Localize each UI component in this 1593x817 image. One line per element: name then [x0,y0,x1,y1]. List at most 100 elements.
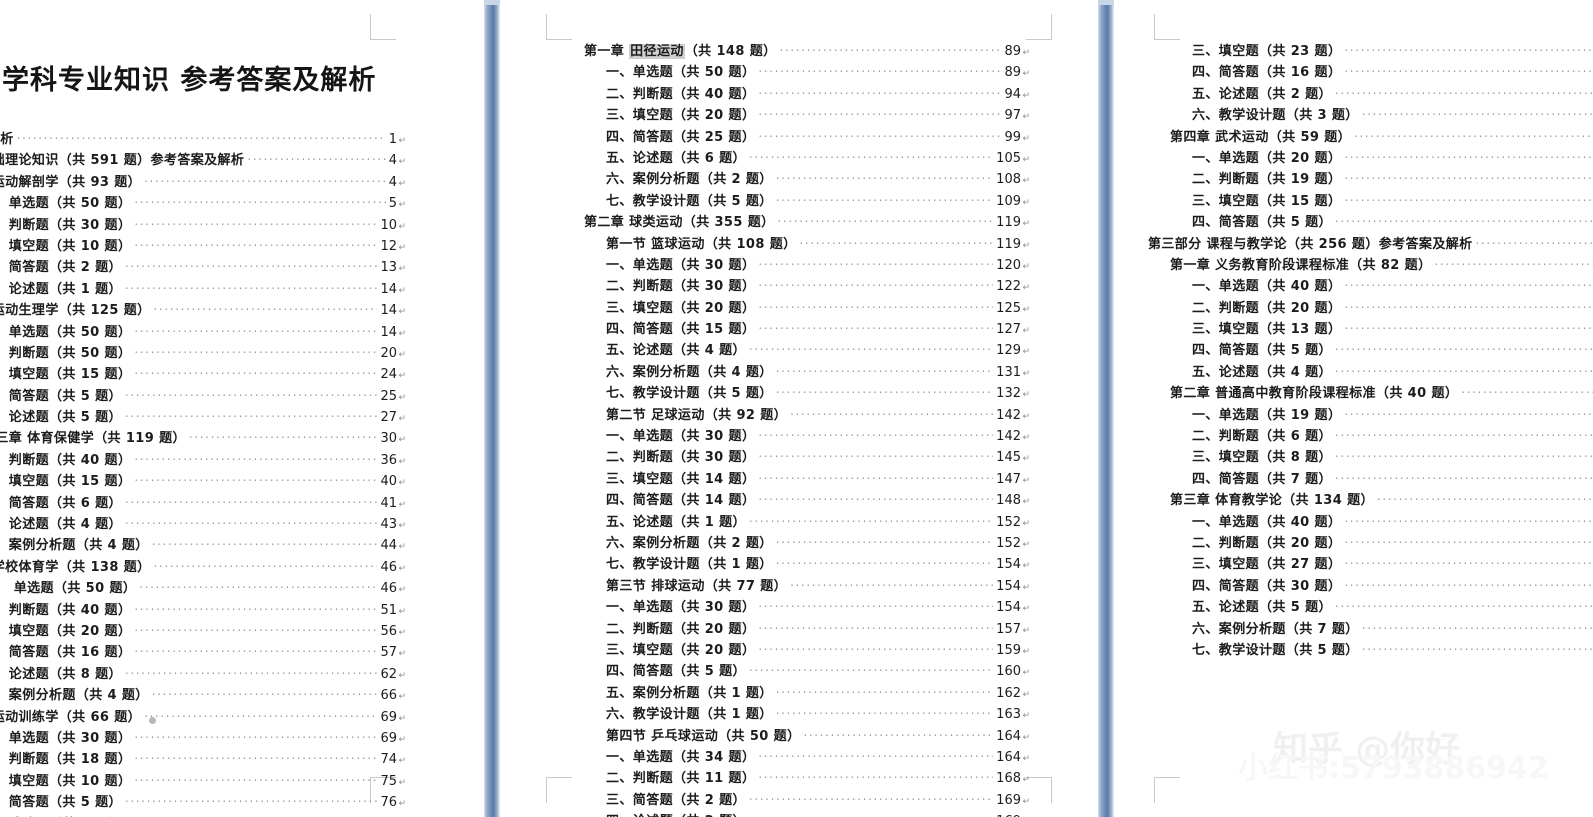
toc-entry[interactable]: 四、简答题（共 14 题） 148↵ [584,489,1030,510]
toc-entry[interactable]: 六、案例分析题（共 4 题） 44↵ [0,534,406,555]
toc-entry[interactable]: 三、填空题（共 10 题） 12↵ [0,235,406,256]
toc-entry[interactable]: 一、单选题（共 30 题） 142↵ [584,425,1030,446]
toc-entry[interactable]: 七、教学设计题（共 1 题） 154↵ [584,553,1030,574]
toc-entry[interactable]: 五、论述题（共 1 题） 152↵ [584,511,1030,532]
toc-entry[interactable]: 三、填空题（共 14 题） 147↵ [584,468,1030,489]
toc-entry[interactable]: 第二节 足球运动（共 92 题） 142↵ [584,404,1030,425]
toc-entry[interactable]: 五、论述题（共 4 题） 43↵ [0,513,406,534]
toc-entry[interactable]: 第四章 武术运动（共 59 题） [1148,126,1593,147]
toc-entry[interactable]: 二、判断题（共 20 题） 157↵ [584,618,1030,639]
toc-entry[interactable]: 第一章 田径运动（共 148 题） 89↵ [584,40,1030,61]
toc-entry[interactable]: 四、简答题（共 5 题） 76↵ [0,791,406,812]
toc-entry[interactable]: 第一节 篮球运动（共 108 题） 119↵ [584,233,1030,254]
toc-entry[interactable]: 一、单选题（共 40 题） [1148,275,1593,296]
toc-entry[interactable]: 三、填空题（共 20 题） 56↵ [0,620,406,641]
toc-entry[interactable]: 五、论述题（共 8 题） 62↵ [0,663,406,684]
toc-entry[interactable]: 六、案例分析题（共 2 题） 152↵ [584,532,1030,553]
toc-entry[interactable]: 一、单选题（共 50 题） 5↵ [0,192,406,213]
toc-entry[interactable]: 四、简答题（共 5 题） [1148,339,1593,360]
toc-entry[interactable]: 二、判断题（共 6 题） [1148,425,1593,446]
toc-entry[interactable]: 五、论述题（共 5 题） [1148,596,1593,617]
toc-entry[interactable]: 六、教学设计题（共 3 题） [1148,104,1593,125]
toc-entry[interactable]: 二、判断题（共 40 题） 51↵ [0,599,406,620]
toc-entry[interactable]: 第一章 义务教育阶段课程标准（共 82 题） [1148,254,1593,275]
toc-entry[interactable]: 七、教学设计题（共 5 题） 109↵ [584,190,1030,211]
toc-entry[interactable]: 二、判断题（共 40 题） 36↵ [0,449,406,470]
toc-entry[interactable]: 一、单选题（共 30 题） 69↵ [0,727,406,748]
toc-entry[interactable]: 二、判断题（共 40 题） 94↵ [584,83,1030,104]
toc-entry[interactable]: 一、单选题（共 30 题） 120↵ [584,254,1030,275]
toc-entry[interactable]: 案及解析 1↵ [0,128,406,149]
toc-entry[interactable]: 四、简答题（共 2 题） 13↵ [0,256,406,277]
toc-entry[interactable]: 四、论述题（共 2 题）169↵ [584,810,1030,817]
toc-entry[interactable]: 六、案例分析题（共 2 题） 108↵ [584,168,1030,189]
toc-entry[interactable]: 四、简答题（共 15 题） 127↵ [584,318,1030,339]
toc-entry[interactable]: 二、判断题（共 19 题） [1148,168,1593,189]
toc-entry[interactable]: 五、论述题（共 5 题） 27↵ [0,406,406,427]
toc-entry[interactable]: 三、填空题（共 20 题） 97↵ [584,104,1030,125]
toc-entry[interactable]: 五、论述题（共 4 题） 129↵ [584,339,1030,360]
toc-entry[interactable]: 四、简答题（共 30 题） [1148,575,1593,596]
toc-entry[interactable]: 六、案例分析题（共 4 题） 131↵ [584,361,1030,382]
toc-entry[interactable]: 三、填空题（共 13 题） [1148,318,1593,339]
toc-entry[interactable]: 一、单选题（共 20 题） [1148,147,1593,168]
toc-entry[interactable]: 五、案例分析题（共 1 题） 162↵ [584,682,1030,703]
toc-entry[interactable]: 一、单选题（共 40 题） [1148,511,1593,532]
toc-entry[interactable]: 四、简答题（共 7 题） [1148,468,1593,489]
toc-entry[interactable]: 第三章 体育教学论（共 134 题） [1148,489,1593,510]
toc-entry[interactable]: 四、简答题（共 5 题） [1148,211,1593,232]
toc-entry[interactable]: 五、论述题（共 4 题） [1148,361,1593,382]
toc-entry[interactable]: 五、论述题（共 2 题） [1148,83,1593,104]
toc-entry[interactable]: 一章 运动解剖学（共 93 题） 4↵ [0,171,406,192]
toc-entry[interactable]: 一、单选题（共 30 题） 154↵ [584,596,1030,617]
toc-entry[interactable]: 三、填空题（共 27 题） [1148,553,1593,574]
toc-entry[interactable]: 四、简答题（共 16 题） 57↵ [0,641,406,662]
toc-entry[interactable]: 一、单选题（共 50 题） 89↵ [584,61,1030,82]
toc-entry[interactable]: 七、教学设计题（共 5 题） 132↵ [584,382,1030,403]
toc-entry[interactable]: 三、填空题（共 15 题） 24↵ [0,363,406,384]
toc-entry[interactable]: 分 基础理论知识（共 591 题）参考答案及解析 4↵ [0,149,406,170]
toc-entry[interactable]: 六、案例分析题（共 7 题） [1148,618,1593,639]
toc-entry[interactable]: 六、案例分析题（共 4 题） 66↵ [0,684,406,705]
toc-entry[interactable]: 三、填空题（共 20 题） 159↵ [584,639,1030,660]
toc-entry[interactable]: 三、填空题（共 23 题） [1148,40,1593,61]
toc-entry[interactable]: 四章 学校体育学（共 138 题） 46↵ [0,556,406,577]
toc-entry[interactable]: 四、简答题（共 25 题） 99↵ [584,126,1030,147]
toc-entry[interactable]: 第二章 普通高中教育阶段课程标准（共 40 题） [1148,382,1593,403]
toc-entry[interactable]: 第二章 球类运动（共 355 题） 119↵ [584,211,1030,232]
toc-entry[interactable]: 第四节 乒乓球运动（共 50 题） 164↵ [584,725,1030,746]
toc-entry[interactable]: 二、判断题（共 20 题） [1148,297,1593,318]
toc-entry[interactable]: 一、单选题（共 34 题） 164↵ [584,746,1030,767]
toc-entry[interactable]: 二、判断题（共 30 题） 122↵ [584,275,1030,296]
toc-entry[interactable]: 六、教学设计题（共 1 题） 163↵ [584,703,1030,724]
toc-leader-dots [758,747,993,761]
toc-entry[interactable]: 二、判断题（共 50 题） 20↵ [0,342,406,363]
toc-entry[interactable]: 七、教学设计题（共 5 题） [1148,639,1593,660]
toc-entry[interactable]: 三、简答题（共 2 题） 169↵ [584,789,1030,810]
toc-entry[interactable]: 第三节 排球运动（共 77 题） 154↵ [584,575,1030,596]
toc-entry[interactable]: 二、判断题（共 18 题） 74↵ [0,748,406,769]
toc-entry[interactable]: 二章 运动生理学（共 125 题） 14↵ [0,299,406,320]
toc-entry[interactable]: 二、判断题（共 11 题） 168↵ [584,767,1030,788]
toc-entry[interactable]: 一、单选题（共 19 题） [1148,404,1593,425]
toc-entry[interactable]: 四、简答题（共 5 题） 25↵ [0,385,406,406]
toc-entry[interactable]: 二、判断题（共 30 题） 10↵ [0,214,406,235]
toc-entry[interactable]: 四、简答题（共 6 题） 41↵ [0,492,406,513]
toc-entry[interactable]: 三、填空题（共 15 题） 40↵ [0,470,406,491]
toc-entry[interactable]: 三、填空题（共 10 题） 75↵ [0,770,406,791]
toc-entry[interactable]: 二、判断题（共 20 题） [1148,532,1593,553]
toc-entry[interactable]: 五、论述题（共 1 题） 14↵ [0,278,406,299]
toc-entry[interactable]: 一、 单选题（共 50 题） 46↵ [0,577,406,598]
toc-entry[interactable]: 五、论述题（共 6 题） 105↵ [584,147,1030,168]
toc-entry[interactable]: 三、填空题（共 15 题） [1148,190,1593,211]
toc-entry[interactable]: 三、填空题（共 20 题） 125↵ [584,297,1030,318]
toc-entry[interactable]: 第三章 体育保健学（共 119 题） 30↵ [0,427,406,448]
toc-entry[interactable]: 第三部分 课程与教学论（共 256 题）参考答案及解析 [1148,233,1593,254]
toc-entry[interactable]: 三、填空题（共 8 题） [1148,446,1593,467]
toc-entry[interactable]: 四、简答题（共 5 题） 160↵ [584,660,1030,681]
toc-entry[interactable]: 四、简答题（共 16 题） [1148,61,1593,82]
toc-entry[interactable]: 五章 运动训练学（共 66 题） 69↵ [0,706,406,727]
toc-entry[interactable]: 一、单选题（共 50 题） 14↵ [0,321,406,342]
toc-entry[interactable]: 二、判断题（共 30 题） 145↵ [584,446,1030,467]
toc-entry[interactable]: 五、论述题（共 3 题）78↵ [0,813,406,817]
